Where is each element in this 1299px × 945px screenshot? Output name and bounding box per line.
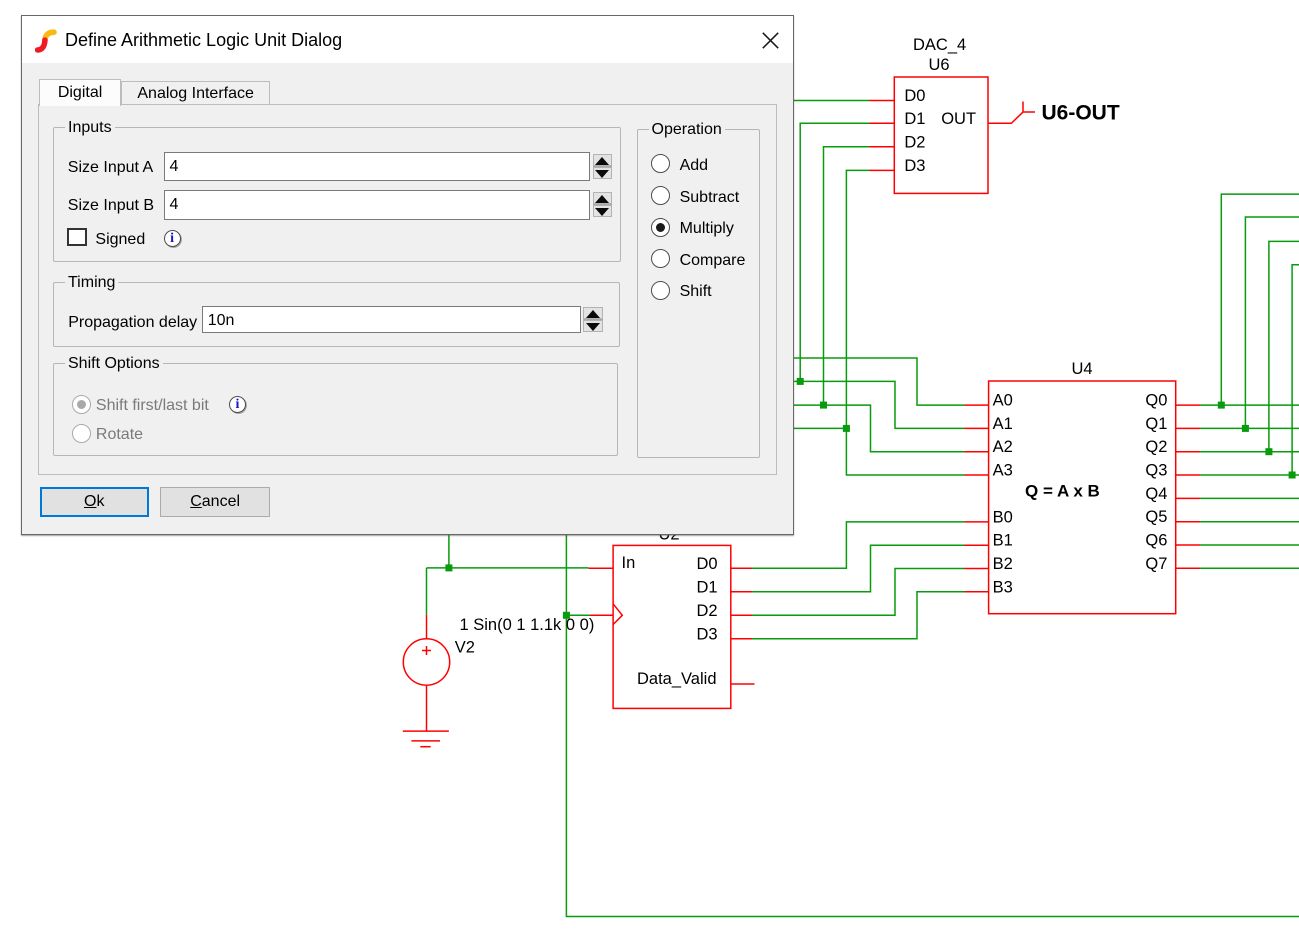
- svg-text:OUT: OUT: [941, 110, 976, 128]
- svg-text:1 Sin(0 1 1.1k 0 0): 1 Sin(0 1 1.1k 0 0): [460, 616, 595, 634]
- svg-text:A1: A1: [993, 415, 1013, 433]
- svg-text:Q1: Q1: [1145, 415, 1167, 433]
- svg-text:Data_Valid: Data_Valid: [637, 670, 717, 688]
- svg-text:B0: B0: [993, 508, 1013, 526]
- svg-text:Q6: Q6: [1145, 532, 1167, 550]
- svg-text:Q3: Q3: [1145, 462, 1167, 480]
- svg-text:D3: D3: [697, 625, 718, 643]
- svg-text:U6: U6: [929, 56, 950, 74]
- svg-text:D1: D1: [697, 578, 718, 596]
- svg-text:Q2: Q2: [1145, 438, 1167, 456]
- svg-text:D0: D0: [904, 87, 925, 105]
- svg-text:Q0: Q0: [1145, 392, 1167, 410]
- svg-text:D2: D2: [904, 133, 925, 151]
- svg-text:In: In: [622, 554, 636, 572]
- svg-text:D0: D0: [697, 555, 718, 573]
- svg-text:U4: U4: [1072, 360, 1093, 378]
- svg-text:V2: V2: [455, 638, 475, 656]
- svg-text:A3: A3: [993, 462, 1013, 480]
- svg-text:Q = A x B: Q = A x B: [1025, 481, 1100, 500]
- svg-text:A2: A2: [993, 438, 1013, 456]
- svg-text:D1: D1: [904, 110, 925, 128]
- svg-text:A0: A0: [993, 392, 1013, 410]
- svg-text:Q4: Q4: [1145, 485, 1167, 503]
- svg-text:D3: D3: [904, 157, 925, 175]
- svg-text:B3: B3: [993, 578, 1013, 596]
- svg-text:Q7: Q7: [1145, 555, 1167, 573]
- svg-text:DAC_4: DAC_4: [913, 36, 966, 54]
- svg-text:D2: D2: [697, 602, 718, 620]
- svg-text:B1: B1: [993, 532, 1013, 550]
- svg-text:Q5: Q5: [1145, 508, 1167, 526]
- svg-text:U6-OUT: U6-OUT: [1042, 101, 1120, 124]
- svg-text:B2: B2: [993, 555, 1013, 573]
